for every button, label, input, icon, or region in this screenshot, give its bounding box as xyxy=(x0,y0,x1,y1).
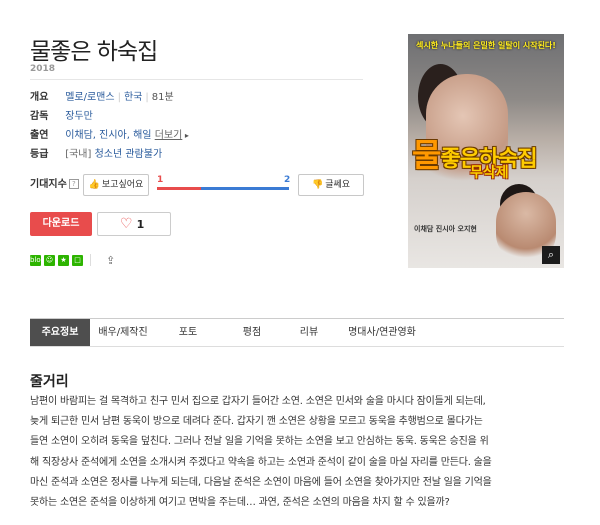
tab-ratings[interactable]: 평점 xyxy=(220,319,284,346)
rating-prefix: [국내] xyxy=(65,149,92,160)
synopsis-heading: 줄거리 xyxy=(30,374,69,390)
separator: | xyxy=(145,92,149,103)
more-cast-link[interactable]: 더보기 xyxy=(155,130,183,141)
director-link[interactable]: 장두만 xyxy=(65,111,93,122)
tab-photo[interactable]: 포토 xyxy=(156,319,220,346)
help-icon[interactable]: ? xyxy=(68,179,79,189)
poster-credits: 이채담 진시아 오지현 xyxy=(414,225,477,233)
synopsis-text: 남편이 바람피는 걸 목격하고 친구 민서 집으로 갑자기 들어간 소연. 소연… xyxy=(30,392,566,513)
tab-quotes[interactable]: 명대사/연관영화 xyxy=(334,319,430,346)
share-bar: blog ☺ ★ □ ⇪ xyxy=(30,254,117,266)
director-row: 감독 장두만 xyxy=(30,110,93,124)
overview-row: 개요 멜로/로맨스 | 한국 | 81분 xyxy=(30,91,174,105)
expect-label: 기대지수 xyxy=(30,179,67,190)
poster-subtitle: 무삭제 xyxy=(470,165,509,181)
synopsis-line: 들연 소연이 오히려 동욱을 덮친다. 그러나 전날 일을 기억을 못하는 소연… xyxy=(30,436,489,448)
want-count: 1 xyxy=(157,175,164,185)
cast-label: 출연 xyxy=(30,130,49,141)
rating-link[interactable]: 청소년 관람불가 xyxy=(95,149,163,160)
runtime: 81분 xyxy=(151,92,174,103)
movie-poster[interactable]: 섹시한 누나들의 은밀한 일탈이 시작된다! 물좋은하숙집 무삭제 이채담 진시… xyxy=(408,34,564,268)
synopsis-line: 해 직장상사 준석에게 소연을 소개시켜 주겠다고 약속을 하고는 소연과 준석… xyxy=(30,456,492,468)
share-icon[interactable]: ⇪ xyxy=(106,255,117,266)
blog-share-icon[interactable]: blog xyxy=(30,254,45,266)
tab-cast-crew[interactable]: 배우/제작진 xyxy=(90,319,156,346)
like-button[interactable]: ♡ 1 xyxy=(97,212,171,236)
overview-label: 개요 xyxy=(30,92,49,103)
synopsis-line: 늦게 퇴근한 민서 남편 동욱이 방으로 데려다 준다. 갑자기 깬 소연은 상… xyxy=(30,416,483,428)
meh-button[interactable]: 👎 글쎄요 xyxy=(298,174,364,196)
meh-bar xyxy=(201,187,289,190)
genre-link[interactable]: 멜로/로맨스 xyxy=(65,92,114,103)
page-title: 물좋은 하숙집 xyxy=(30,39,158,65)
divider xyxy=(30,79,363,80)
thumbs-down-icon: 👎 xyxy=(311,180,324,190)
like-count: 1 xyxy=(136,218,145,231)
synopsis-line: 마신 준석과 소연은 정사를 나누게 되는데, 다음날 준석은 소연이 마음에 … xyxy=(30,476,492,488)
heart-icon: ♡ xyxy=(120,216,133,232)
cast-link[interactable]: 이채담, 진시아, 해일 xyxy=(65,130,151,141)
release-year: 2018 xyxy=(30,64,56,74)
tab-main-info[interactable]: 주요정보 xyxy=(30,319,90,346)
tab-reviews[interactable]: 리뷰 xyxy=(284,319,334,346)
want-button-label: 보고싶어요 xyxy=(101,180,144,190)
tab-bar: 주요정보 배우/제작진 포토 평점 리뷰 명대사/연관영화 xyxy=(30,318,564,347)
separator: | xyxy=(117,92,121,103)
synopsis-line: 남편이 바람피는 걸 목격하고 친구 민서 집으로 갑자기 들어간 소연. 소연… xyxy=(30,396,486,407)
meh-count: 2 xyxy=(284,175,291,185)
country-link[interactable]: 한국 xyxy=(124,92,142,103)
want-to-see-button[interactable]: 👍 보고싶어요 xyxy=(83,174,149,196)
meh-button-label: 글쎄요 xyxy=(325,180,351,190)
want-bar xyxy=(157,187,201,190)
divider xyxy=(90,254,91,266)
poster-tagline: 섹시한 누나들의 은밀한 일탈이 시작된다! xyxy=(416,41,556,50)
zoom-icon[interactable]: ⌕ xyxy=(542,246,560,264)
thumbs-up-icon: 👍 xyxy=(88,180,100,190)
download-button[interactable]: 다운로드 xyxy=(30,212,92,236)
cafe-share-icon[interactable]: ☺ xyxy=(44,254,55,266)
chevron-right-icon: ▸ xyxy=(182,131,189,140)
bookmark-share-icon[interactable]: ★ xyxy=(58,254,69,266)
rating-label: 등급 xyxy=(30,149,49,160)
rating-row: 등급 [국내] 청소년 관람불가 xyxy=(30,148,162,162)
memo-share-icon[interactable]: □ xyxy=(72,254,83,266)
expect-label-group: 기대지수? xyxy=(30,175,79,190)
cast-row: 출연 이채담, 진시아, 해일 더보기 ▸ xyxy=(30,129,189,143)
director-label: 감독 xyxy=(30,111,49,122)
synopsis-line: 못하는 소연은 준석을 이상하게 여기고 면박을 주는데… 과연, 준석은 소연… xyxy=(30,497,450,509)
